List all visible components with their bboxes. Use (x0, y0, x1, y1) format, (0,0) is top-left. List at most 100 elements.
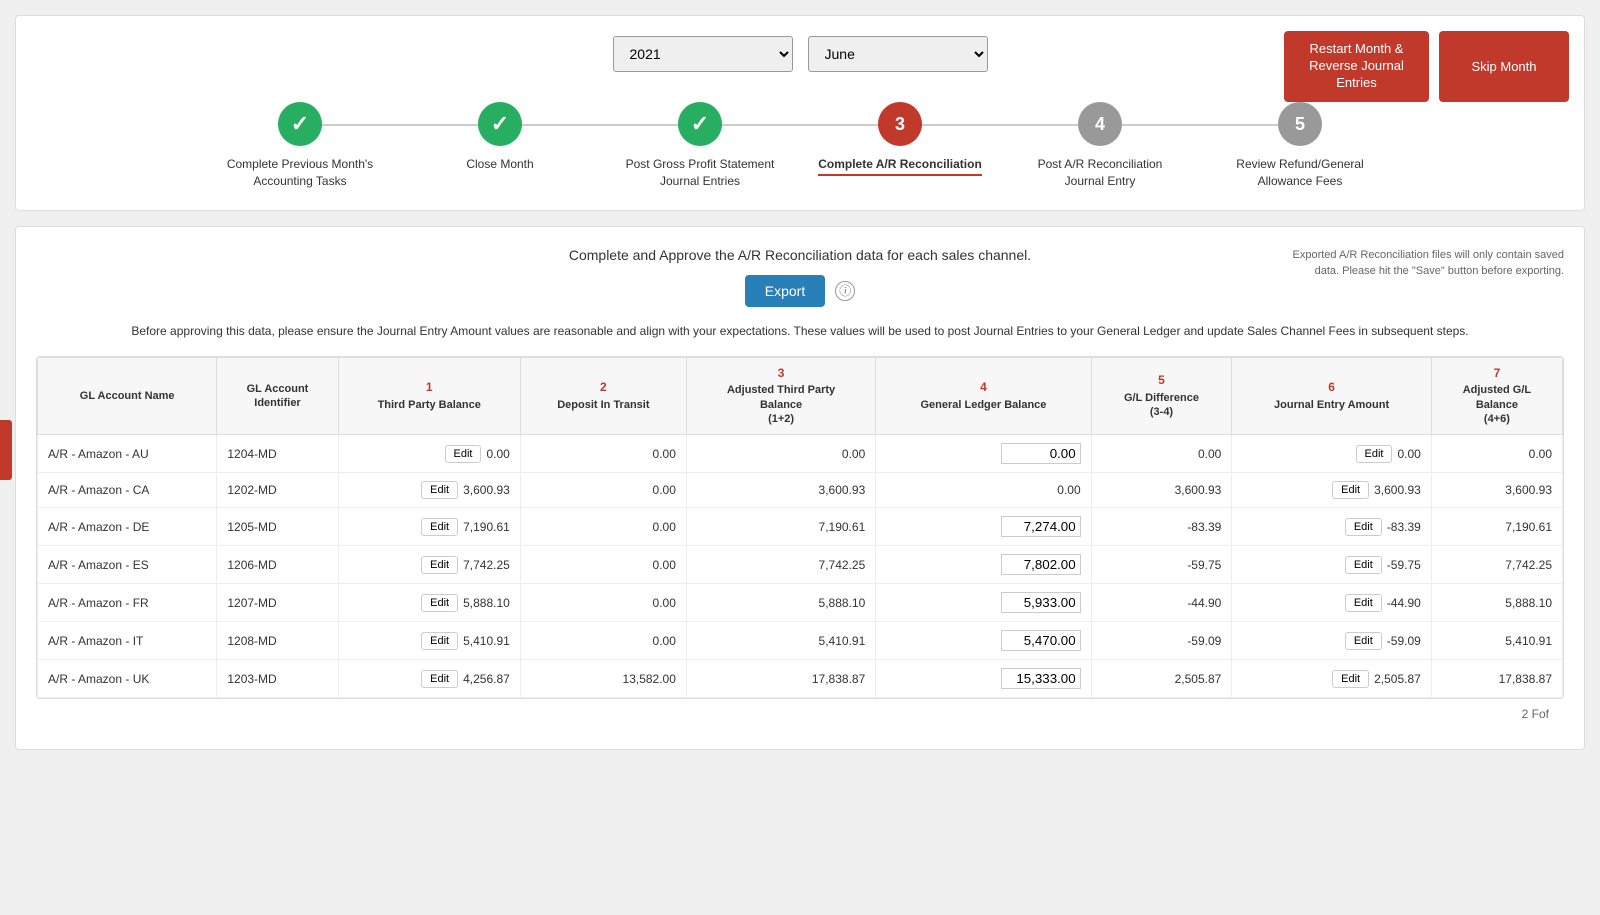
cell-gl-diff: 2,505.87 (1091, 660, 1232, 698)
cell-gl-balance (876, 435, 1091, 473)
step-6: 5 Review Refund/GeneralAllowance Fees (1200, 102, 1400, 190)
edit-third-party-btn[interactable]: Edit (421, 670, 458, 688)
step-2: ✓ Close Month (400, 102, 600, 173)
cell-gl-diff: 3,600.93 (1091, 473, 1232, 508)
year-select[interactable]: 2021 2022 2023 (613, 36, 793, 72)
cell-gl-balance: 0.00 (876, 473, 1091, 508)
col-gl-identifier: GL AccountIdentifier (217, 357, 338, 434)
table-row: A/R - Amazon - UK 1203-MD Edit 4,256.87 … (38, 660, 1563, 698)
main-description: Complete and Approve the A/R Reconciliat… (316, 247, 1284, 263)
edit-journal-btn[interactable]: Edit (1345, 556, 1382, 574)
col-adj-third: 3 Adjusted Third PartyBalance(1+2) (686, 357, 875, 434)
table-row: A/R - Amazon - FR 1207-MD Edit 5,888.10 … (38, 584, 1563, 622)
cell-id: 1202-MD (217, 473, 338, 508)
cell-adj-gl: 17,838.87 (1431, 660, 1562, 698)
top-right-buttons: Restart Month & Reverse Journal Entries … (1284, 31, 1569, 102)
edit-journal-btn[interactable]: Edit (1345, 594, 1382, 612)
skip-button[interactable]: Skip Month (1439, 31, 1569, 102)
gl-balance-input[interactable] (1001, 592, 1081, 613)
edit-journal-btn[interactable]: Edit (1332, 481, 1369, 499)
step-2-circle: ✓ (478, 102, 522, 146)
step-3-circle: ✓ (678, 102, 722, 146)
month-select[interactable]: JanuaryFebruaryMarch AprilMayJune JulyAu… (808, 36, 988, 72)
cell-deposit: 0.00 (520, 435, 686, 473)
gl-balance-input[interactable] (1001, 443, 1081, 464)
cell-name: A/R - Amazon - FR (38, 584, 217, 622)
col-adj-gl: 7 Adjusted G/LBalance(4+6) (1431, 357, 1562, 434)
cell-id: 1208-MD (217, 622, 338, 660)
restart-button[interactable]: Restart Month & Reverse Journal Entries (1284, 31, 1429, 102)
step-1: ✓ Complete Previous Month'sAccounting Ta… (200, 102, 400, 190)
step-4-circle: 3 (878, 102, 922, 146)
edit-third-party-btn[interactable]: Edit (445, 445, 482, 463)
edit-third-party-btn[interactable]: Edit (421, 594, 458, 612)
cell-id: 1204-MD (217, 435, 338, 473)
edit-third-party-btn[interactable]: Edit (421, 632, 458, 650)
gl-balance-input[interactable] (1001, 668, 1081, 689)
cell-adj-third: 17,838.87 (686, 660, 875, 698)
export-center: Complete and Approve the A/R Reconciliat… (316, 247, 1284, 307)
info-icon[interactable]: ⓘ (835, 281, 855, 301)
export-button[interactable]: Export (745, 275, 825, 307)
cell-deposit: 0.00 (520, 622, 686, 660)
cell-gl-balance (876, 622, 1091, 660)
edit-journal-btn[interactable]: Edit (1345, 518, 1382, 536)
table-container: GL Account Name GL AccountIdentifier 1 T… (36, 356, 1564, 699)
export-note: Exported A/R Reconciliation files will o… (1284, 247, 1564, 280)
edit-third-party-btn[interactable]: Edit (421, 481, 458, 499)
edit-third-party-btn[interactable]: Edit (421, 518, 458, 536)
cell-name: A/R - Amazon - CA (38, 473, 217, 508)
cell-adj-third: 7,190.61 (686, 508, 875, 546)
gl-balance-input[interactable] (1001, 630, 1081, 651)
cell-id: 1207-MD (217, 584, 338, 622)
step-3: ✓ Post Gross Profit StatementJournal Ent… (600, 102, 800, 190)
top-card: Restart Month & Reverse Journal Entries … (15, 15, 1585, 211)
cell-adj-gl: 7,742.25 (1431, 546, 1562, 584)
cell-gl-balance (876, 584, 1091, 622)
edit-journal-btn[interactable]: Edit (1332, 670, 1369, 688)
cell-deposit: 13,582.00 (520, 660, 686, 698)
cell-deposit: 0.00 (520, 584, 686, 622)
step-3-label: Post Gross Profit StatementJournal Entri… (626, 156, 775, 190)
cell-third-party: Edit 7,190.61 (338, 508, 520, 546)
step-1-circle: ✓ (278, 102, 322, 146)
edit-journal-btn[interactable]: Edit (1345, 632, 1382, 650)
table-row: A/R - Amazon - ES 1206-MD Edit 7,742.25 … (38, 546, 1563, 584)
step-5-circle: 4 (1078, 102, 1122, 146)
gl-balance-input[interactable] (1001, 554, 1081, 575)
edit-third-party-btn[interactable]: Edit (421, 556, 458, 574)
cell-name: A/R - Amazon - ES (38, 546, 217, 584)
cell-deposit: 0.00 (520, 546, 686, 584)
step-2-label: Close Month (466, 156, 533, 173)
gl-balance-input[interactable] (1001, 516, 1081, 537)
step-6-label: Review Refund/GeneralAllowance Fees (1236, 156, 1363, 190)
pagination: 2 Fof (36, 699, 1564, 729)
cell-gl-diff: -59.75 (1091, 546, 1232, 584)
cell-third-party: Edit 5,410.91 (338, 622, 520, 660)
cell-gl-balance (876, 546, 1091, 584)
cell-third-party: Edit 0.00 (338, 435, 520, 473)
table-row: A/R - Amazon - DE 1205-MD Edit 7,190.61 … (38, 508, 1563, 546)
cell-third-party: Edit 5,888.10 (338, 584, 520, 622)
step-5-label: Post A/R ReconciliationJournal Entry (1038, 156, 1163, 190)
cell-third-party: Edit 3,600.93 (338, 473, 520, 508)
main-card: Complete and Approve the A/R Reconciliat… (15, 226, 1585, 751)
edit-journal-btn[interactable]: Edit (1356, 445, 1393, 463)
cell-adj-gl: 3,600.93 (1431, 473, 1562, 508)
cell-gl-balance (876, 508, 1091, 546)
cell-adj-third: 0.00 (686, 435, 875, 473)
col-gl-diff: 5 G/L Difference(3-4) (1091, 357, 1232, 434)
cell-third-party: Edit 7,742.25 (338, 546, 520, 584)
step-6-circle: 5 (1278, 102, 1322, 146)
export-section: Complete and Approve the A/R Reconciliat… (36, 247, 1564, 307)
cell-deposit: 0.00 (520, 473, 686, 508)
cell-gl-diff: -44.90 (1091, 584, 1232, 622)
cell-adj-gl: 0.00 (1431, 435, 1562, 473)
cell-adj-gl: 7,190.61 (1431, 508, 1562, 546)
cell-deposit: 0.00 (520, 508, 686, 546)
cell-adj-gl: 5,410.91 (1431, 622, 1562, 660)
cell-journal: Edit -44.90 (1232, 584, 1431, 622)
cell-gl-diff: 0.00 (1091, 435, 1232, 473)
col-gl-balance: 4 General Ledger Balance (876, 357, 1091, 434)
cell-gl-balance (876, 660, 1091, 698)
